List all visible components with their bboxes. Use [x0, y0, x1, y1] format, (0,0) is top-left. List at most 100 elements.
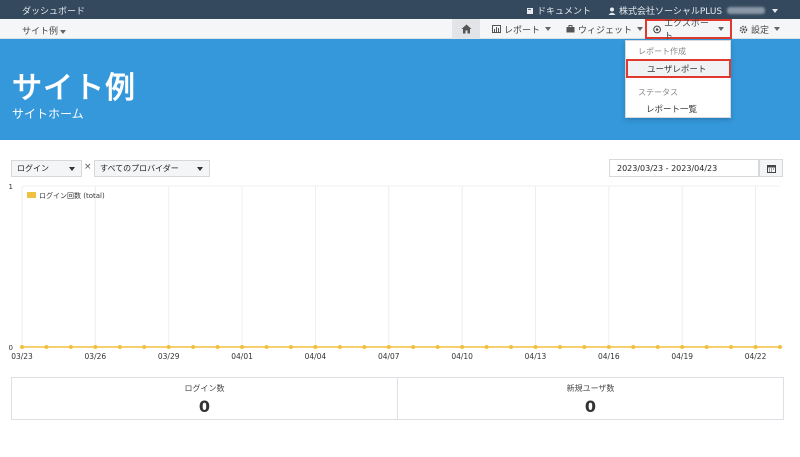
data-point: [557, 345, 562, 349]
docs-label: ドキュメント: [537, 7, 592, 17]
settings-label: 設定: [751, 25, 770, 36]
data-point: [729, 345, 734, 349]
data-point: [655, 345, 660, 349]
widget-label: ウィジェット: [578, 25, 633, 36]
x-tick-label: 04/10: [451, 352, 473, 361]
data-point: [778, 345, 782, 349]
y-tick-label: 1: [9, 183, 13, 191]
data-point: [117, 345, 122, 349]
data-point: [753, 345, 758, 349]
data-point: [386, 345, 391, 349]
date-range-input[interactable]: 2023/03/23 - 2023/04/23: [609, 159, 759, 177]
stat-label: 新規ユーザ数: [566, 384, 615, 393]
data-point: [215, 345, 220, 349]
export-menu[interactable]: エクスポート: [645, 19, 732, 42]
data-point: [435, 345, 440, 349]
x-tick-label: 04/22: [745, 352, 767, 361]
x-tick-label: 03/26: [85, 352, 107, 361]
chevron-down-icon: [545, 27, 552, 31]
data-point: [411, 345, 416, 349]
data-point: [337, 345, 342, 349]
data-point: [484, 345, 489, 349]
dropdown-header-status: ステータス: [638, 88, 678, 97]
data-point: [533, 345, 538, 349]
clear-filter-icon[interactable]: ×: [84, 162, 92, 172]
data-point: [288, 345, 293, 349]
data-point: [191, 345, 196, 349]
y-tick-label: 0: [9, 344, 13, 352]
x-tick-label: 03/29: [158, 352, 180, 361]
legend-label: ログイン回数 (total): [39, 191, 105, 200]
data-point: [166, 345, 171, 349]
data-point: [509, 345, 514, 349]
provider-select[interactable]: すべてのプロバイダー: [94, 160, 210, 177]
report-label: レポート: [504, 25, 541, 36]
book-icon: [527, 7, 533, 14]
chevron-down-icon: [197, 167, 203, 171]
chevron-down-icon: [772, 8, 779, 13]
stat-value: 0: [198, 397, 211, 416]
dropdown-header-create: レポート作成: [638, 47, 686, 56]
data-point: [631, 345, 636, 349]
data-point: [68, 345, 73, 349]
x-tick-label: 04/04: [305, 352, 327, 361]
stat-label: ログイン数: [184, 384, 225, 393]
x-tick-label: 04/07: [378, 352, 400, 361]
metric-value: ログイン: [17, 164, 49, 173]
home-icon: [461, 24, 471, 34]
dashboard-link[interactable]: ダッシュボード: [22, 4, 85, 17]
calendar-button[interactable]: [759, 159, 783, 177]
gear-icon: [739, 25, 748, 33]
data-point: [44, 345, 49, 349]
x-tick-label: 04/16: [598, 352, 620, 361]
data-point: [362, 345, 367, 349]
stat-value: 0: [584, 397, 597, 416]
home-button[interactable]: [452, 19, 480, 39]
data-point: [93, 345, 98, 349]
site-label: サイト例: [22, 27, 59, 37]
page-title: サイト例: [12, 71, 136, 106]
user-report-item[interactable]: ユーザレポート: [626, 59, 731, 78]
username-redacted: [727, 7, 766, 14]
x-tick-label: 04/19: [671, 352, 693, 361]
data-point: [704, 345, 709, 349]
docs-link[interactable]: ドキュメント: [526, 4, 591, 17]
report-menu[interactable]: レポート: [486, 19, 557, 39]
stat-logins: ログイン数 0: [12, 378, 397, 419]
data-point: [460, 345, 465, 349]
export-dropdown: レポート作成 ユーザレポート ステータス レポート一覧: [625, 40, 731, 118]
x-tick-label: 04/13: [525, 352, 547, 361]
site-selector[interactable]: サイト例: [22, 24, 67, 37]
briefcase-icon: [566, 25, 575, 33]
x-tick-label: 04/01: [231, 352, 253, 361]
metric-select[interactable]: ログイン: [11, 160, 82, 177]
chevron-down-icon: [637, 27, 644, 31]
x-tick-label: 03/23: [11, 352, 33, 361]
data-point: [240, 345, 245, 349]
report-list-item[interactable]: レポート一覧: [646, 103, 697, 115]
data-point: [680, 345, 685, 349]
widget-menu[interactable]: ウィジェット: [560, 19, 649, 39]
calendar-icon: [766, 164, 776, 173]
page-subtitle: サイトホーム: [12, 107, 84, 121]
stat-new-users: 新規ユーザ数 0: [397, 378, 783, 419]
chevron-down-icon: [69, 167, 75, 171]
login-chart: 0 1 03/23 03/26 03/29 04/01 04/04 04/07 04/10 04/…: [9, 183, 782, 361]
bar-chart-icon: [492, 25, 501, 33]
data-point: [582, 345, 587, 349]
stats-panel: ログイン数 0 新規ユーザ数 0: [11, 377, 784, 420]
data-point: [264, 345, 269, 349]
provider-value: すべてのプロバイダー: [100, 164, 179, 173]
legend-swatch: [27, 192, 36, 198]
chevron-down-icon: [60, 30, 67, 34]
settings-menu[interactable]: 設定: [733, 19, 786, 39]
export-circle-icon: [653, 25, 661, 33]
site-nav: サイト例 レポート ウィジェット エクスポート 設定: [0, 19, 800, 42]
chevron-down-icon: [774, 27, 781, 31]
data-point: [606, 345, 611, 349]
data-point: [313, 345, 318, 349]
user-icon: [608, 7, 616, 15]
data-point: [142, 345, 147, 349]
data-point: [20, 345, 24, 349]
chevron-down-icon: [718, 27, 724, 31]
